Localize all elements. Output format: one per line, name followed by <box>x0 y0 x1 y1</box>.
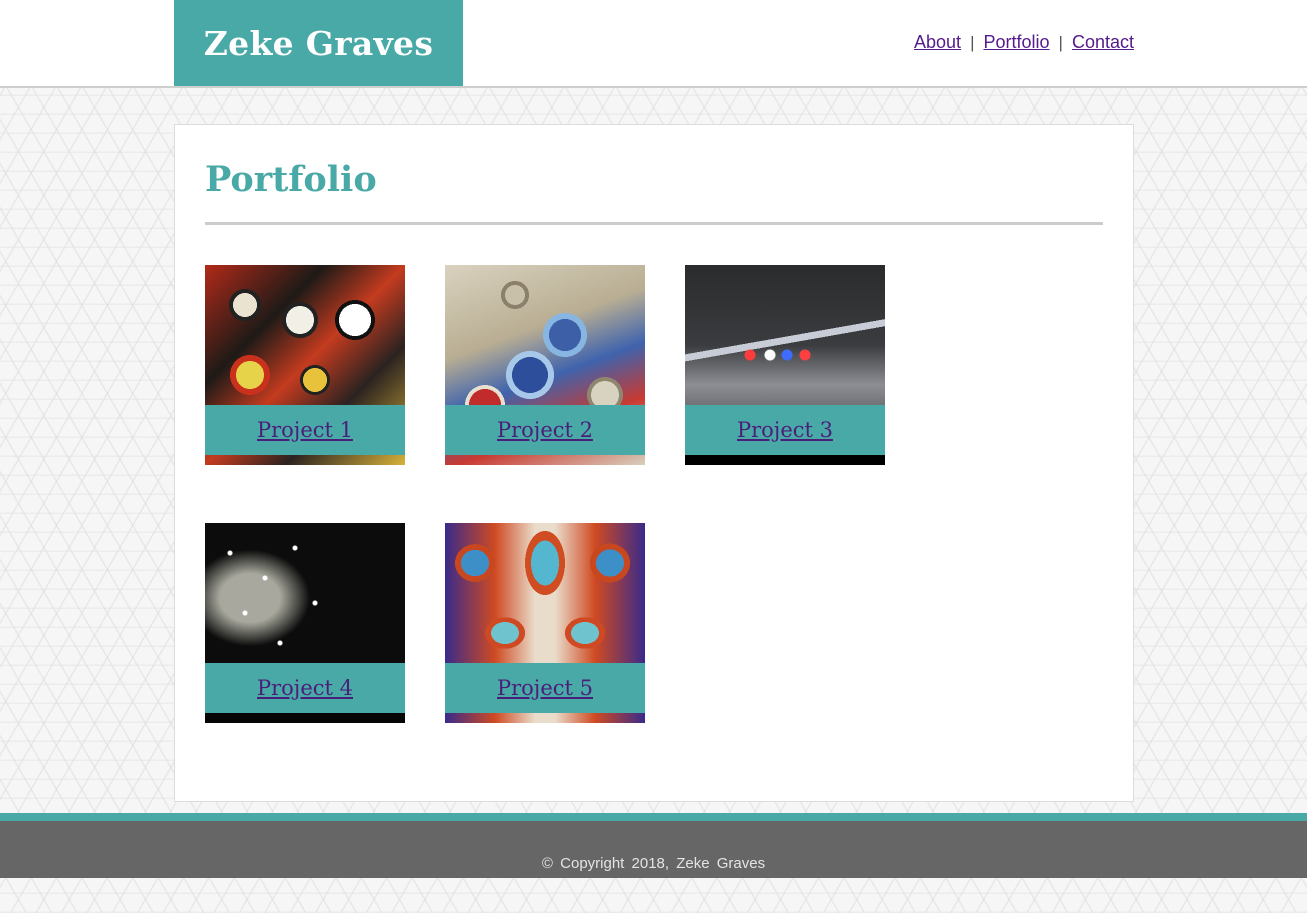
site-header: Zeke Graves About | Portfolio | Contact <box>0 0 1307 88</box>
image-strip <box>685 455 885 465</box>
project-card-1[interactable]: Project 1 <box>205 265 405 465</box>
site-logo[interactable]: Zeke Graves <box>174 0 463 86</box>
nav-separator: | <box>1058 32 1063 52</box>
title-divider <box>205 222 1103 225</box>
project-link-2[interactable]: Project 2 <box>497 418 593 442</box>
footer-accent-stripe <box>0 813 1307 821</box>
copyright-text: © Copyright 2018, Zeke Graves <box>541 855 766 872</box>
project-caption: Project 5 <box>445 663 645 713</box>
project-card-2[interactable]: Project 2 <box>445 265 645 465</box>
main-nav: About | Portfolio | Contact <box>914 32 1134 53</box>
project-caption: Project 4 <box>205 663 405 713</box>
nav-separator: | <box>970 32 975 52</box>
nav-link-portfolio[interactable]: Portfolio <box>983 32 1049 53</box>
project-link-1[interactable]: Project 1 <box>257 418 353 442</box>
site-footer: © Copyright 2018, Zeke Graves <box>0 821 1307 878</box>
project-caption: Project 1 <box>205 405 405 455</box>
project-card-4[interactable]: Project 4 <box>205 523 405 723</box>
nav-link-about[interactable]: About <box>914 32 961 53</box>
project-link-4[interactable]: Project 4 <box>257 676 353 700</box>
portfolio-panel: Portfolio Project 1 Project 2 Project 3 … <box>174 124 1134 802</box>
image-strip <box>205 713 405 723</box>
project-card-3[interactable]: Project 3 <box>685 265 885 465</box>
page-title: Portfolio <box>205 159 377 200</box>
nav-link-contact[interactable]: Contact <box>1072 32 1134 53</box>
logo-text: Zeke Graves <box>203 23 434 63</box>
project-link-3[interactable]: Project 3 <box>737 418 833 442</box>
project-caption: Project 2 <box>445 405 645 455</box>
project-caption: Project 3 <box>685 405 885 455</box>
project-card-5[interactable]: Project 5 <box>445 523 645 723</box>
project-link-5[interactable]: Project 5 <box>497 676 593 700</box>
